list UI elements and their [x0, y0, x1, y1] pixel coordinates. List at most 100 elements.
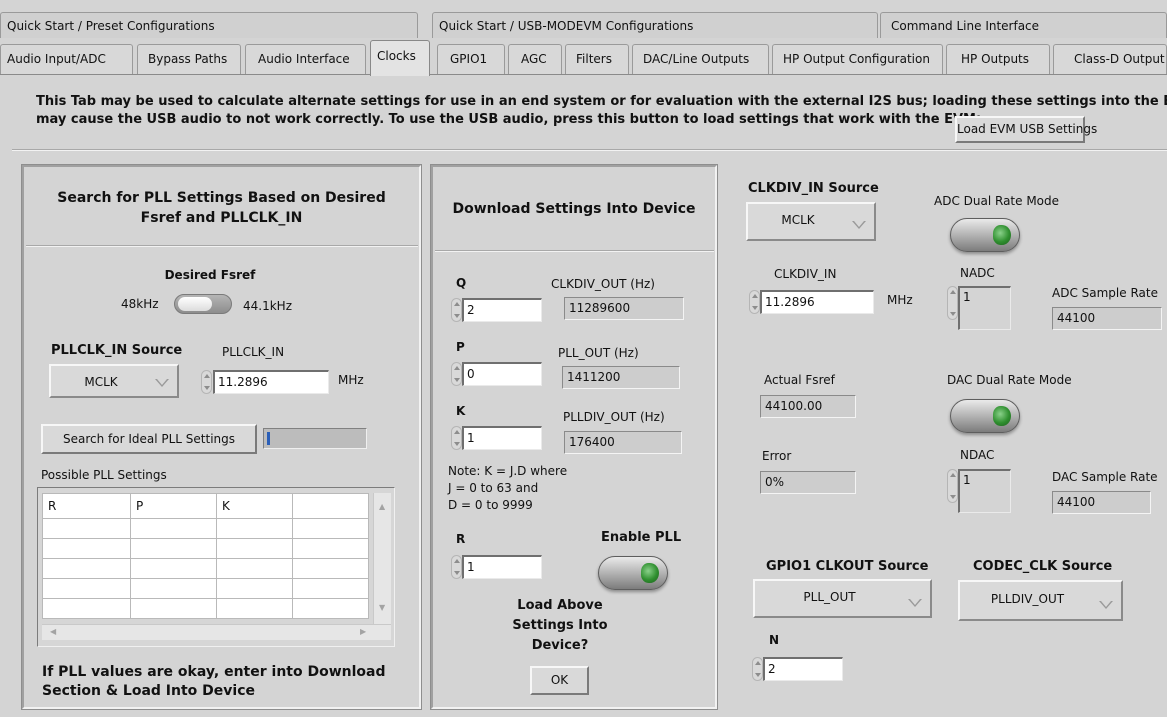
tab-clocks[interactable]: Clocks: [370, 40, 430, 76]
scroll-left-icon[interactable]: ◀: [50, 627, 56, 637]
nadc-spinner[interactable]: [947, 286, 958, 320]
adc-dual-rate-led-icon: [993, 225, 1011, 245]
adc-dual-rate-label: ADC Dual Rate Mode: [934, 194, 1060, 208]
notice-line-2: may cause the USB audio to not work corr…: [36, 112, 982, 127]
scroll-up-icon[interactable]: ▲: [379, 502, 385, 512]
chevron-down-icon: [1099, 601, 1113, 609]
download-settings-title: Download Settings Into Device: [452, 201, 696, 217]
pll-footer-line-2: Section & Load Into Device: [42, 683, 255, 699]
clkdiv-in-spinner[interactable]: [749, 290, 760, 314]
actual-fsref-indicator: 44100.00: [760, 395, 856, 418]
desired-fsref-switch[interactable]: [174, 294, 232, 314]
dac-dual-rate-label: DAC Dual Rate Mode: [947, 373, 1072, 387]
codec-clk-source-select[interactable]: PLLDIV_OUT: [958, 580, 1123, 621]
ndac-field[interactable]: 1: [958, 469, 1011, 513]
k-spinner[interactable]: [451, 426, 462, 450]
p-spinner[interactable]: [451, 362, 462, 386]
pllclk-in-spinner[interactable]: [201, 370, 212, 394]
codec-clk-source-label: CODEC_CLK Source: [973, 559, 1113, 574]
tab-agc[interactable]: AGC: [508, 44, 562, 75]
k-note-line-1: Note: K = J.D where: [448, 464, 568, 478]
p-label: P: [456, 340, 465, 354]
error-indicator: 0%: [760, 471, 856, 494]
adc-sample-rate-indicator: 44100: [1052, 307, 1162, 330]
column-header-r: R: [42, 493, 131, 519]
table-row[interactable]: [42, 518, 369, 539]
dac-sample-rate-label: DAC Sample Rate: [1052, 470, 1158, 484]
q-spinner[interactable]: [451, 298, 462, 322]
gpio1-clkout-source-select[interactable]: PLL_OUT: [753, 579, 932, 618]
tab-class-d-output[interactable]: Class-D Output: [1053, 44, 1167, 75]
notice-divider: [12, 149, 1167, 151]
p-field[interactable]: 0: [462, 362, 542, 386]
adc-dual-rate-toggle[interactable]: [950, 218, 1020, 252]
enable-pll-toggle[interactable]: [598, 556, 668, 590]
ok-button[interactable]: OK: [530, 666, 589, 695]
table-row[interactable]: [42, 598, 369, 619]
tab-filters[interactable]: Filters: [565, 44, 629, 75]
download-divider: [435, 250, 714, 252]
dac-dual-rate-toggle[interactable]: [950, 399, 1020, 433]
table-horizontal-scrollbar[interactable]: ◀ ▶: [42, 624, 391, 640]
column-header-4: [292, 493, 369, 519]
clkdiv-in-source-value: MCLK: [781, 213, 815, 227]
ndac-label: NDAC: [960, 448, 995, 462]
tab-quick-start-usb-modevm[interactable]: Quick Start / USB-MODEVM Configurations: [432, 12, 878, 38]
tab-bypass-paths[interactable]: Bypass Paths: [137, 44, 241, 75]
k-note-line-2: J = 0 to 63 and: [448, 481, 539, 495]
actual-fsref-label: Actual Fsref: [764, 373, 835, 387]
tab-command-line-interface[interactable]: Command Line Interface: [880, 12, 1167, 38]
tab-gpio1[interactable]: GPIO1: [437, 44, 505, 75]
dac-sample-rate-indicator: 44100: [1052, 491, 1151, 514]
r-field[interactable]: 1: [462, 555, 542, 579]
search-ideal-pll-button[interactable]: Search for Ideal PLL Settings: [41, 424, 257, 454]
k-label: K: [456, 404, 466, 418]
possible-pll-grid: R P K: [42, 493, 369, 619]
clkdiv-in-field[interactable]: 11.2896: [760, 290, 874, 314]
table-row[interactable]: [42, 578, 369, 599]
plldiv-out-indicator: 176400: [564, 431, 682, 454]
fsref-48khz-label: 48kHz: [121, 297, 159, 311]
scroll-down-icon[interactable]: ▼: [379, 603, 385, 613]
n-spinner[interactable]: [752, 657, 763, 681]
tab-hp-output-configuration[interactable]: HP Output Configuration: [772, 44, 943, 75]
clkdiv-out-label: CLKDIV_OUT (Hz): [551, 277, 655, 291]
pll-out-indicator: 1411200: [562, 366, 680, 389]
table-vertical-scrollbar[interactable]: ▲ ▼: [373, 493, 391, 624]
nadc-label: NADC: [960, 266, 995, 280]
pllclk-in-field[interactable]: 11.2896: [213, 370, 329, 394]
table-row[interactable]: [42, 558, 369, 579]
enable-pll-led-icon: [641, 563, 659, 583]
chevron-down-icon: [908, 599, 922, 607]
tab-audio-input-adc[interactable]: Audio Input/ADC: [0, 44, 133, 75]
clkdiv-in-source-select[interactable]: MCLK: [746, 202, 876, 241]
table-header-row: R P K: [42, 493, 369, 519]
dac-dual-rate-led-icon: [993, 406, 1011, 426]
pllclk-in-source-select[interactable]: MCLK: [49, 364, 179, 398]
nadc-field[interactable]: 1: [958, 286, 1011, 330]
tab-dac-line-outputs[interactable]: DAC/Line Outputs: [632, 44, 769, 75]
tab-audio-interface[interactable]: Audio Interface: [245, 44, 366, 75]
clkdiv-out-indicator: 11289600: [564, 297, 684, 320]
load-evm-usb-settings-button[interactable]: Load EVM USB Settings: [955, 116, 1097, 143]
n-label: N: [769, 633, 780, 647]
pllclk-in-source-label: PLLCLK_IN Source: [51, 343, 183, 358]
n-field[interactable]: 2: [763, 657, 843, 681]
ndac-spinner[interactable]: [947, 469, 958, 503]
enable-pll-label: Enable PLL: [601, 530, 682, 545]
q-field[interactable]: 2: [462, 298, 542, 322]
scroll-right-icon[interactable]: ▶: [360, 627, 366, 637]
r-spinner[interactable]: [451, 555, 462, 579]
gpio1-clkout-source-label: GPIO1 CLKOUT Source: [766, 559, 929, 574]
load-question-line-1: Load Above: [517, 598, 603, 613]
k-note-line-3: D = 0 to 9999: [448, 498, 533, 512]
pllclk-in-source-value: MCLK: [84, 375, 118, 389]
tab-quick-start-preset[interactable]: Quick Start / Preset Configurations: [0, 12, 418, 38]
load-question-line-3: Device?: [531, 638, 589, 653]
table-row[interactable]: [42, 538, 369, 559]
tab-hp-outputs[interactable]: HP Outputs: [946, 44, 1050, 75]
k-field[interactable]: 1: [462, 426, 542, 450]
pll-out-label: PLL_OUT (Hz): [558, 346, 639, 360]
pll-search-title-1: Search for PLL Settings Based on Desired: [57, 190, 386, 206]
load-question-line-2: Settings Into: [512, 618, 608, 633]
